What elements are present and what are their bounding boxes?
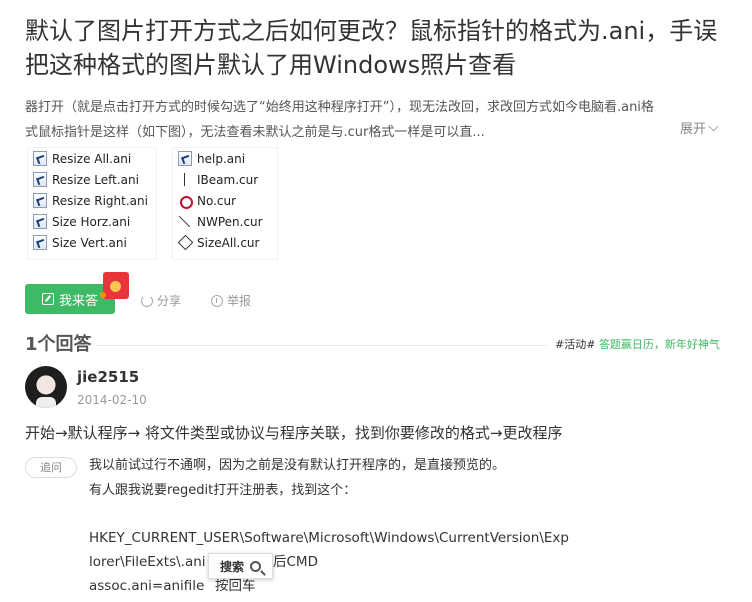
red-packet-icon[interactable] — [100, 272, 129, 299]
ibeam-cursor-icon — [178, 172, 192, 187]
followup-line: 我以前试过行不通啊，因为之前是没有默认打开程序的，是直接预览的。 — [89, 458, 506, 473]
share-icon — [141, 294, 153, 307]
answer-count: 1个回答 — [25, 334, 92, 355]
answer-button[interactable]: 我来答 — [25, 284, 115, 314]
description-line-2: 式鼠标指针是这样（如下图），无法查看未默认之前是与.cur格式一样是可以直... — [25, 125, 485, 140]
activity-link[interactable]: 答题赢日历，新年好神气 — [599, 338, 720, 351]
expand-label: 展开 — [680, 122, 707, 137]
search-icon — [250, 560, 261, 572]
cursor-file-icon — [178, 151, 192, 166]
question-image-right[interactable]: help.ani IBeam.cur No.cur NWPen.cur Size… — [172, 147, 278, 260]
followup-line: assoc.ani=anifile — [89, 578, 205, 594]
file-item: Resize All.ani — [28, 148, 156, 169]
section-divider — [97, 345, 547, 346]
description-line-1: 器打开（就是点击打开方式的时候勾选了“始终用这种程序打开”），现无法改回，求改回… — [25, 100, 654, 115]
chevron-down-icon — [708, 121, 719, 132]
avatar[interactable] — [25, 366, 67, 408]
cursor-file-icon — [33, 193, 47, 208]
answer-button-label: 我来答 — [58, 293, 98, 309]
search-popup-label: 搜索 — [219, 559, 244, 574]
file-item: IBeam.cur — [173, 169, 277, 190]
notification-dot — [100, 292, 106, 298]
report-label: 举报 — [227, 294, 252, 308]
cursor-file-icon — [33, 151, 47, 166]
search-popup-button[interactable]: 搜索 — [208, 553, 273, 579]
file-item: SizeAll.cur — [173, 232, 277, 253]
expand-button[interactable]: 展开 — [680, 120, 719, 140]
answer-date: 2014-02-10 — [77, 393, 147, 407]
file-item: Size Horz.ani — [28, 211, 156, 232]
activity-tag: #活动# — [555, 338, 596, 351]
file-item: No.cur — [173, 190, 277, 211]
file-item: Size Vert.ani — [28, 232, 156, 253]
answer-text: 开始→默认程序→ 将文件类型或协议与程序关联，找到你要修改的格式→更改程序 — [25, 424, 563, 442]
followup-line: lorer\FileExts\.ani — [89, 554, 206, 570]
cursor-file-icon — [33, 172, 47, 187]
answer-username[interactable]: jie2515 — [77, 368, 139, 386]
file-item: Resize Left.ani — [28, 169, 156, 190]
pen-cursor-icon — [178, 214, 192, 229]
followup-line: 后CMD — [273, 554, 318, 570]
share-label: 分享 — [157, 294, 182, 308]
move-cursor-icon — [178, 235, 192, 250]
edit-icon — [41, 293, 54, 305]
activity-promo[interactable]: #活动# 答题赢日历，新年好神气 — [555, 337, 720, 353]
question-description: 器打开（就是点击打开方式的时候勾选了“始终用这种程序打开”），现无法改回，求改回… — [25, 95, 725, 145]
share-button[interactable]: 分享 — [141, 292, 181, 309]
file-item: help.ani — [173, 148, 277, 169]
question-title: 默认了图片打开方式之后如何更改？鼠标指针的格式为.ani，手误把这种格式的图片默… — [25, 17, 718, 79]
question-image-left[interactable]: Resize All.ani Resize Left.ani Resize Ri… — [27, 147, 157, 260]
cursor-file-icon — [33, 235, 47, 250]
followup-line: 按回车 — [215, 578, 256, 594]
report-button[interactable]: 举报 — [211, 292, 251, 309]
no-cursor-icon — [178, 193, 193, 209]
file-item: Resize Right.ani — [28, 190, 156, 211]
followup-badge: 追问 — [25, 457, 77, 478]
file-item: NWPen.cur — [173, 211, 277, 232]
followup-line: HKEY_CURRENT_USER\Software\Microsoft\Win… — [89, 530, 569, 546]
cursor-file-icon — [33, 214, 47, 229]
followup-line: 有人跟我说要regedit打开注册表，找到这个： — [89, 483, 357, 498]
report-icon — [211, 294, 223, 307]
